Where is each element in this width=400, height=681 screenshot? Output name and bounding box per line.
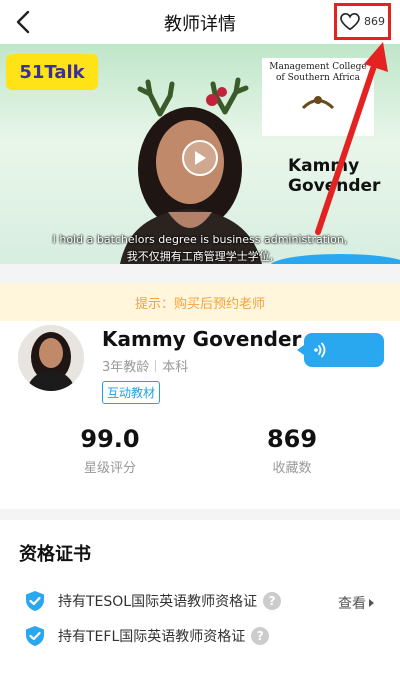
shield-check-icon (26, 591, 44, 611)
video-name-caption: Kammy Govender (288, 156, 388, 196)
rating-label: 星级评分 (83, 461, 136, 476)
favorite-count: 869 (364, 15, 385, 28)
video-name-first: Kammy (288, 156, 360, 176)
meta-divider (155, 360, 157, 372)
teacher-name: Kammy Govender (102, 327, 302, 351)
video-name-last: Govender (288, 176, 381, 196)
education-degree: 本科 (162, 360, 189, 375)
subtitle-chinese: 我不仅拥有工商管理学士学位, (126, 250, 274, 263)
play-button[interactable] (182, 140, 218, 176)
certificate-label: 持有TEFL国际英语教师资格证 (58, 629, 246, 645)
rating-value: 99.0 (80, 425, 140, 453)
question-icon[interactable]: ? (251, 627, 270, 645)
certificate-item-tesol: 持有TESOL国际英语教师资格证 ? (24, 589, 282, 613)
certificate-item-tefl: 持有TEFL国际英语教师资格证 ? (24, 624, 270, 648)
favorite-button[interactable]: 869 (334, 3, 391, 40)
certificate-label: 持有TESOL国际英语教师资格证 (58, 594, 258, 610)
intro-video[interactable]: 51Talk Management College of Southern Af… (0, 44, 400, 264)
teacher-info-card: Kammy Govender 3年教龄 本科 互动教材 99.0 星级评分 869… (0, 321, 400, 509)
audio-intro-button[interactable] (297, 333, 384, 367)
heart-icon (340, 12, 360, 30)
favorites-value: 869 (266, 425, 318, 453)
avatar-image (18, 325, 84, 391)
college-sign: Management College of Southern Africa (262, 58, 374, 136)
certificates-section: 资格证书 持有TESOL国际英语教师资格证 ? 查看 持有TEFL国际英语教师资… (0, 520, 400, 681)
rating-stat: 99.0 星级评分 (50, 425, 170, 476)
view-label: 查看 (338, 596, 366, 612)
subtitle-english: I hold a batchelors degree is business a… (52, 233, 348, 246)
sound-wave-icon (314, 342, 326, 358)
teacher-meta: 3年教龄 本科 (102, 356, 188, 375)
college-sign-line1: Management College (269, 62, 367, 72)
college-sign-line2: of Southern Africa (276, 73, 360, 83)
shield-check-icon (26, 626, 44, 646)
chevron-right-icon (369, 599, 374, 607)
teaching-experience: 3年教龄 (102, 360, 150, 375)
avatar (18, 325, 84, 391)
view-certificate-link[interactable]: 查看 (338, 593, 374, 613)
play-icon (195, 151, 206, 165)
favorites-label: 收藏数 (272, 461, 312, 476)
certificates-title: 资格证书 (19, 544, 91, 565)
material-tag: 互动教材 (102, 381, 161, 404)
college-crest-icon (301, 96, 335, 110)
booking-tip: 提示：购买后预约老师 (0, 283, 400, 321)
question-icon[interactable]: ? (263, 592, 282, 610)
top-bar: 教师详情 869 (0, 0, 400, 44)
favorites-stat: 869 收藏数 (232, 425, 352, 476)
